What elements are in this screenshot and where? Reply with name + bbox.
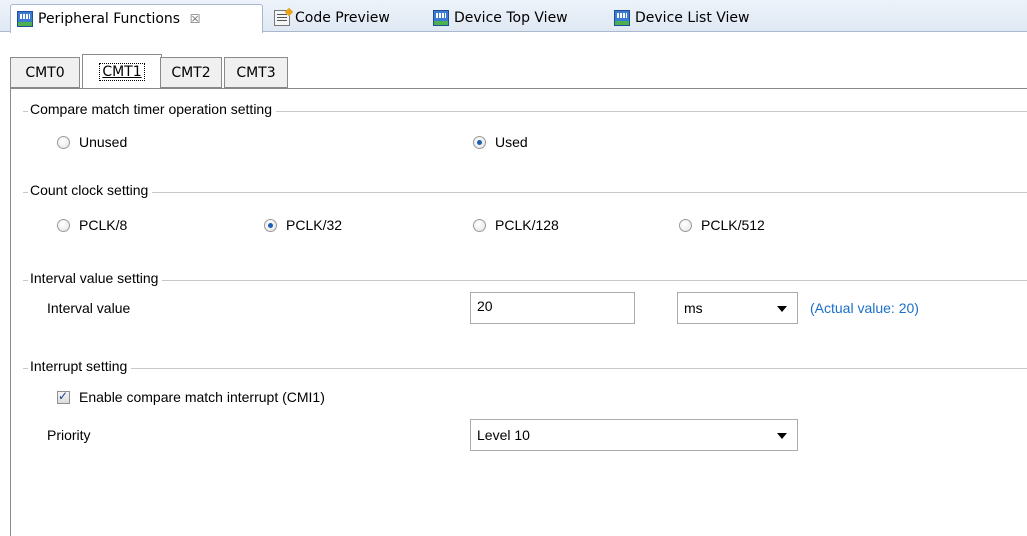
tab-label: CMT0: [25, 64, 65, 81]
radio-used[interactable]: Used: [473, 134, 528, 150]
tab-device-list-view[interactable]: Device List View: [608, 4, 788, 32]
group-divider: [23, 192, 1027, 193]
radio-indicator: [679, 218, 692, 232]
tab-label: CMT2: [171, 64, 211, 81]
enable-cmi1-checkbox[interactable]: Enable compare match interrupt (CMI1): [57, 389, 325, 405]
tab-cmt3[interactable]: CMT3: [224, 57, 288, 88]
device-list-chip-icon: [614, 10, 630, 26]
radio-pclk-8[interactable]: PCLK/8: [57, 217, 127, 233]
peripheral-chip-icon: [17, 11, 33, 27]
tab-label: Device List View: [635, 10, 750, 26]
tab-label: Code Preview: [295, 10, 390, 26]
clock-setting-title: Count clock setting: [28, 182, 153, 198]
tab-device-top-view[interactable]: Device Top View: [427, 4, 597, 32]
priority-value: Level 10: [477, 427, 530, 443]
group-divider: [23, 368, 1027, 369]
tab-code-preview[interactable]: Code Preview: [268, 4, 418, 32]
radio-label: PCLK/128: [495, 217, 559, 233]
tab-cmt1[interactable]: CMT1: [82, 54, 162, 88]
code-preview-icon: [274, 10, 290, 26]
group-divider: [23, 280, 1027, 281]
radio-indicator: [57, 135, 70, 149]
operation-setting-title: Compare match timer operation setting: [28, 101, 276, 117]
editor-tab-strip: Peripheral Functions ☒ Code Preview Devi…: [0, 0, 1027, 33]
radio-label: PCLK/512: [701, 217, 765, 233]
tab-label: CMT3: [236, 64, 276, 81]
priority-label: Priority: [47, 427, 91, 443]
tab-cmt2[interactable]: CMT2: [160, 57, 222, 88]
tab-label: Device Top View: [454, 10, 568, 26]
radio-unused[interactable]: Unused: [57, 134, 127, 150]
radio-indicator: [473, 135, 486, 149]
checkbox-label: Enable compare match interrupt (CMI1): [79, 389, 325, 405]
tab-label: CMT1: [99, 62, 145, 81]
actual-value-text: (Actual value: 20): [810, 300, 919, 316]
chevron-down-icon: [777, 306, 787, 312]
tab-label: Peripheral Functions: [38, 11, 181, 27]
radio-pclk-512[interactable]: PCLK/512: [679, 217, 765, 233]
radio-pclk-128[interactable]: PCLK/128: [473, 217, 559, 233]
radio-indicator: [473, 218, 486, 232]
interval-value-label: Interval value: [47, 300, 131, 316]
chevron-down-icon: [777, 433, 787, 439]
interval-unit-select[interactable]: ms: [677, 292, 798, 324]
radio-pclk-32[interactable]: PCLK/32: [264, 217, 342, 233]
priority-select[interactable]: Level 10: [470, 419, 798, 451]
close-icon[interactable]: ☒: [188, 12, 202, 26]
settings-panel: Compare match timer operation setting Un…: [10, 88, 1027, 536]
radio-label: PCLK/32: [286, 217, 343, 233]
radio-label: PCLK/8: [79, 217, 128, 233]
interval-setting-title: Interval value setting: [28, 270, 163, 286]
radio-indicator: [57, 218, 70, 232]
tab-cmt0[interactable]: CMT0: [10, 57, 80, 88]
radio-label: Used: [495, 134, 528, 150]
radio-label: Unused: [79, 134, 128, 150]
radio-indicator: [264, 218, 277, 232]
tab-peripheral-functions[interactable]: Peripheral Functions ☒: [10, 4, 263, 33]
interval-value-input[interactable]: 20: [470, 292, 635, 324]
interrupt-setting-title: Interrupt setting: [28, 358, 132, 374]
check-icon: [57, 389, 70, 404]
unit-value: ms: [684, 300, 703, 316]
device-chip-icon: [433, 10, 449, 26]
